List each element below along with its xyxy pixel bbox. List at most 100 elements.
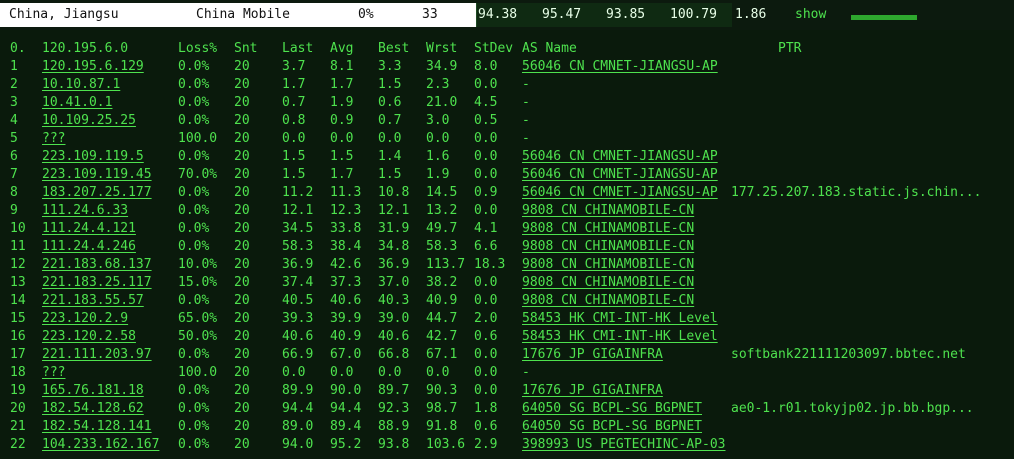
hop-last: 94.4	[282, 401, 314, 416]
table-row: 11 111.24.4.246 0.0% 20 58.3 38.4 34.8 58.3 6.6 9…	[0, 238, 1014, 256]
hop-last: 0.0	[282, 365, 306, 380]
hop-sent: 20	[234, 329, 250, 344]
hop-index: 9	[10, 203, 18, 218]
hop-last: 89.0	[282, 419, 314, 434]
hop-host-link[interactable]: 221.183.55.57	[42, 293, 144, 309]
hop-sent: 20	[234, 419, 250, 434]
hop-loss: 0.0%	[178, 203, 210, 218]
hop-host-link[interactable]: 223.109.119.5	[42, 149, 144, 165]
hop-as-link[interactable]: 56046 CN CMNET-JIANGSU-AP	[522, 149, 718, 165]
hop-host-link[interactable]: 120.195.6.129	[42, 59, 144, 75]
hop-last: 94.0	[282, 437, 314, 452]
hop-avg: 40.6	[330, 293, 362, 308]
hop-host-link[interactable]: 183.207.25.177	[42, 185, 152, 201]
hop-avg: 1.9	[330, 95, 354, 110]
table-row: 3 10.41.0.1 0.0% 20 0.7 1.9 0.6 21.0 4.5 -	[0, 94, 1014, 112]
hop-host-link[interactable]: 10.41.0.1	[42, 95, 112, 111]
hop-as-link[interactable]: 17676 JP GIGAINFRA	[522, 347, 663, 363]
hop-worst: 49.7	[426, 221, 458, 236]
hop-host-link[interactable]: 221.111.203.97	[42, 347, 152, 363]
hop-stdev: 0.0	[474, 131, 498, 146]
hop-host-link[interactable]: 111.24.4.246	[42, 239, 136, 255]
hop-as-link[interactable]: 64050 SG BCPL-SG BGPNET	[522, 419, 702, 435]
hop-host-link[interactable]: ???	[42, 131, 65, 147]
hop-host-link[interactable]: 10.109.25.25	[42, 113, 136, 129]
hop-host-link[interactable]: 223.120.2.58	[42, 329, 136, 345]
hop-worst: 58.3	[426, 239, 458, 254]
hop-worst: 0.0	[426, 131, 450, 146]
hop-avg: 1.5	[330, 149, 354, 164]
hop-avg: 94.4	[330, 401, 362, 416]
hop-stdev: 0.6	[474, 419, 498, 434]
hop-host-link[interactable]: 111.24.4.121	[42, 221, 136, 237]
hop-worst: 42.7	[426, 329, 458, 344]
hop-host-link[interactable]: 104.233.162.167	[42, 437, 159, 453]
hop-last: 0.7	[282, 95, 306, 110]
table-row: 9 111.24.6.33 0.0% 20 12.1 12.3 12.1 13.2 0.0 980…	[0, 202, 1014, 220]
hop-as-link[interactable]: 9808 CN CHINAMOBILE-CN	[522, 257, 694, 273]
hop-loss: 0.0%	[178, 95, 210, 110]
hop-as-link[interactable]: 56046 CN CMNET-JIANGSU-AP	[522, 185, 718, 201]
summary-loss: 0%	[358, 7, 374, 22]
hop-as-link[interactable]: 9808 CN CHINAMOBILE-CN	[522, 239, 694, 255]
hop-as-link[interactable]: 9808 CN CHINAMOBILE-CN	[522, 275, 694, 291]
summary-worst: 100.79	[670, 7, 717, 22]
table-row: 18??? 100.0 20 0.0 0.0 0.0 0.0 0.0 -	[0, 364, 1014, 382]
table-row: 4 10.109.25.25 0.0% 20 0.8 0.9 0.7 3.0 0.5 -	[0, 112, 1014, 130]
table-row: 14 221.183.55.57 0.0% 20 40.5 40.6 40.3 40.9 0.0…	[0, 292, 1014, 310]
hop-host-link[interactable]: 223.109.119.45	[42, 167, 152, 183]
hop-last: 37.4	[282, 275, 314, 290]
hop-host-link[interactable]: 182.54.128.62	[42, 401, 144, 417]
hop-as-link[interactable]: 17676 JP GIGAINFRA	[522, 383, 663, 399]
col-avg: Avg	[330, 41, 354, 56]
hop-as-link[interactable]: 9808 CN CHINAMOBILE-CN	[522, 293, 694, 309]
hop-host-link[interactable]: 182.54.128.141	[42, 419, 152, 435]
hop-worst: 21.0	[426, 95, 458, 110]
show-button[interactable]: show	[795, 8, 826, 22]
hop-as-link[interactable]: 58453 HK CMI-INT-HK Level	[522, 311, 718, 327]
hop-loss: 70.0%	[178, 167, 218, 182]
hop-avg: 38.4	[330, 239, 362, 254]
hop-as-link[interactable]: 58453 HK CMI-INT-HK Level	[522, 329, 718, 345]
hop-index: 4	[10, 113, 18, 128]
col-ptr: PTR	[778, 41, 802, 56]
hop-sent: 20	[234, 221, 250, 236]
hop-host-link[interactable]: 111.24.6.33	[42, 203, 128, 219]
hop-host-link[interactable]: 221.183.25.117	[42, 275, 152, 291]
hop-loss: 0.0%	[178, 401, 210, 416]
hop-last: 1.5	[282, 149, 306, 164]
hop-host-link[interactable]: 221.183.68.137	[42, 257, 152, 273]
hop-host-link[interactable]: 10.10.87.1	[42, 77, 120, 93]
hop-last: 0.0	[282, 131, 306, 146]
hop-as-link[interactable]: 398993 US PEGTECHINC-AP-03	[522, 437, 726, 453]
hop-index: 13	[10, 275, 26, 290]
hop-last: 40.5	[282, 293, 314, 308]
hop-stdev: 0.9	[474, 185, 498, 200]
hop-last: 66.9	[282, 347, 314, 362]
hop-sent: 20	[234, 365, 250, 380]
hop-best: 92.3	[378, 401, 410, 416]
hop-stdev: 0.5	[474, 113, 498, 128]
hop-last: 3.7	[282, 59, 306, 74]
hop-last: 58.3	[282, 239, 314, 254]
table-row: 1 120.195.6.129 0.0% 20 3.7 8.1 3.3 34.9 8.0 5604…	[0, 58, 1014, 76]
hop-host-link[interactable]: 165.76.181.18	[42, 383, 144, 399]
hop-sent: 20	[234, 311, 250, 326]
hop-as-link[interactable]: 9808 CN CHINAMOBILE-CN	[522, 221, 694, 237]
table-row: 12 221.183.68.137 10.0% 20 36.9 42.6 36.9 113.7…	[0, 256, 1014, 274]
hop-as-link[interactable]: 9808 CN CHINAMOBILE-CN	[522, 203, 694, 219]
hop-as-link[interactable]: 56046 CN CMNET-JIANGSU-AP	[522, 167, 718, 183]
hop-loss: 65.0%	[178, 311, 218, 326]
hop-host-link[interactable]: ???	[42, 365, 65, 381]
hop-index: 5	[10, 131, 18, 146]
hop-sent: 20	[234, 401, 250, 416]
hop-host-link[interactable]: 223.120.2.9	[42, 311, 128, 327]
hop-index: 1	[10, 59, 18, 74]
hop-index: 8	[10, 185, 18, 200]
hop-as-link[interactable]: 56046 CN CMNET-JIANGSU-AP	[522, 59, 718, 75]
hop-stdev: 0.0	[474, 365, 498, 380]
table-row: 10 111.24.4.121 0.0% 20 34.5 33.8 31.9 49.7 4.1 9…	[0, 220, 1014, 238]
summary-best: 93.85	[606, 7, 646, 22]
hop-as-link[interactable]: 64050 SG BCPL-SG BGPNET	[522, 401, 702, 417]
hop-stdev: 2.9	[474, 437, 498, 452]
